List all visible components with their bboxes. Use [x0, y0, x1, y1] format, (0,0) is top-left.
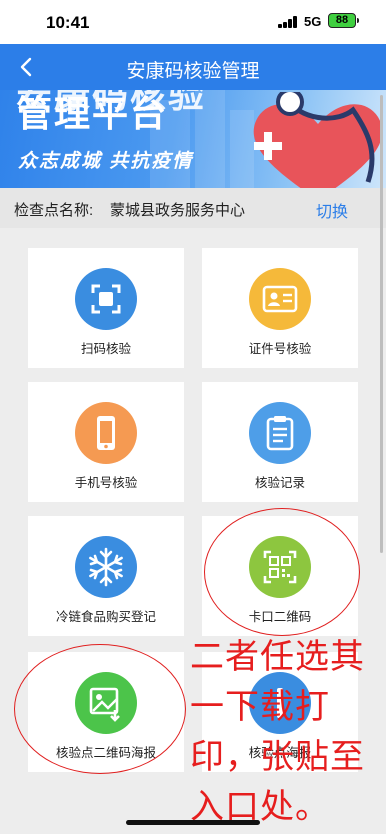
clipboard-icon [249, 402, 311, 464]
card-label: 核验记录 [254, 476, 305, 490]
id-card-icon [249, 268, 311, 330]
records-card[interactable]: 核验记录 [202, 382, 358, 502]
card-label: 核验点二维码海报 [55, 746, 156, 760]
signal-icon [278, 16, 300, 28]
checkpoint-label: 检查点名称: [14, 202, 94, 219]
card-label: 冷链食品购买登记 [55, 610, 156, 624]
scan-icon [75, 268, 137, 330]
status-time: 10:41 [46, 13, 90, 32]
id-verify-card[interactable]: 证件号核验 [202, 248, 358, 368]
card-label: 手机号核验 [74, 476, 138, 490]
scan-verify-card[interactable]: 扫码核验 [28, 248, 184, 368]
switch-button[interactable]: 切换 [316, 198, 348, 222]
checkpoint-name: 蒙城县政务服务中心 [110, 202, 246, 219]
nav-bar: 安康码核验管理 [0, 44, 386, 90]
card-label: 卡口二维码 [248, 610, 312, 624]
phone-icon [75, 402, 137, 464]
status-bar: 10:41 5G 88 [0, 0, 386, 44]
page-title: 安康码核验管理 [126, 61, 260, 82]
checkpoint-poster-qr-card[interactable]: 核验点二维码海报 [28, 652, 184, 772]
qr-code-icon [249, 536, 311, 598]
card-label: 扫码核验 [80, 342, 131, 356]
annotation-text: 二者任选其一下载打印，张贴至入口处。 [190, 637, 365, 827]
checkpoint-qr-card[interactable]: 卡口二维码 [202, 516, 358, 636]
checkpoint-row: 检查点名称: 蒙城县政务服务中心 切换 [0, 188, 386, 228]
heart-stethoscope-icon [253, 92, 383, 188]
card-label: 证件号核验 [248, 342, 312, 356]
image-download-icon [75, 672, 137, 734]
snowflake-icon [75, 536, 137, 598]
banner-slogan: 众志成城 共抗疫情 [18, 151, 194, 172]
banner-headline: 管理平台 [16, 93, 169, 134]
banner: 安康码核验 管理平台 众志成城 共抗疫情 [0, 90, 386, 188]
battery-icon: 88 [328, 13, 359, 28]
phone-verify-card[interactable]: 手机号核验 [28, 382, 184, 502]
scrollbar[interactable] [380, 95, 383, 553]
network-type: 5G [304, 14, 322, 29]
home-indicator[interactable] [126, 820, 260, 825]
cold-chain-card[interactable]: 冷链食品购买登记 [28, 516, 184, 636]
